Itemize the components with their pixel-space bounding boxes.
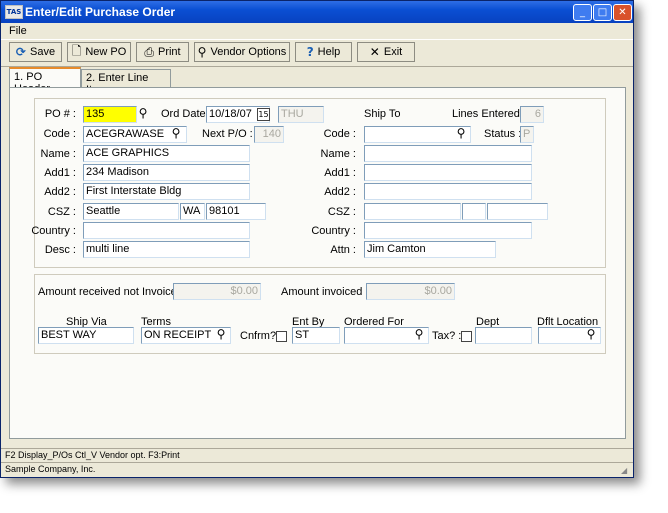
save-button[interactable]: ⟳ Save <box>9 42 62 62</box>
po-number-field[interactable]: 135 <box>83 106 137 123</box>
exit-button[interactable]: ✕ Exit <box>357 42 415 62</box>
country-label: Country : <box>31 225 76 237</box>
calendar-icon[interactable]: 15 <box>257 108 270 121</box>
company-status-bar: Sample Company, Inc. <box>1 462 633 476</box>
desc-field[interactable]: multi line <box>83 241 250 258</box>
binoculars-icon[interactable]: ⚲ <box>135 106 151 121</box>
ship-state-field[interactable] <box>462 203 486 220</box>
save-label: Save <box>29 46 56 58</box>
print-button[interactable]: ⎙ Print <box>136 42 189 62</box>
tab-row: 1. PO Header 2. Enter Line Items <box>1 67 633 96</box>
minimize-button[interactable]: _ <box>573 4 592 21</box>
confirm-checkbox[interactable] <box>276 331 287 342</box>
add2-label: Add2 : <box>44 186 76 198</box>
help-button[interactable]: ? Help <box>295 42 352 62</box>
ship-code-label: Code : <box>323 128 356 140</box>
tab-po-header[interactable]: 1. PO Header <box>9 67 81 95</box>
tab-content-panel: PO # : 135 ⚲ Ord Date : 10/18/07 15 THU … <box>9 87 626 439</box>
binoculars-icon[interactable]: ⚲ <box>583 327 599 342</box>
ship-csz-label: CSZ : <box>327 206 356 218</box>
ent-by-field[interactable]: ST <box>292 327 340 344</box>
status-label: Status : <box>484 128 522 140</box>
window-title: Enter/Edit Purchase Order <box>25 5 176 19</box>
ship-city-field[interactable] <box>364 203 461 220</box>
name-label: Name : <box>40 148 76 160</box>
attn-field[interactable]: Jim Camton <box>364 241 496 258</box>
tab-enter-line-items[interactable]: 2. Enter Line Items <box>81 69 171 96</box>
hotkey-status-bar: F2 Display_P/Os Ctl_V Vendor opt. F3:Pri… <box>1 448 633 462</box>
binoculars-icon[interactable]: ⚲ <box>213 327 229 342</box>
name-field[interactable]: ACE GRAPHICS <box>83 145 250 162</box>
amount-invoiced-field: $0.00 <box>366 283 455 300</box>
new-po-label: New PO <box>85 46 127 58</box>
refresh-save-icon: ⟳ <box>15 45 26 59</box>
maximize-button[interactable]: □ <box>593 4 612 21</box>
next-po-label: Next P/O : <box>202 128 253 140</box>
amount-invoiced-label: Amount invoiced : <box>281 286 369 298</box>
person-icon: ⚲ <box>197 45 207 59</box>
lines-entered-label: Lines Entered : <box>452 108 526 120</box>
menu-file[interactable]: File <box>9 25 27 37</box>
binoculars-icon[interactable]: ⚲ <box>411 327 427 342</box>
lines-entered-field: 6 <box>520 106 544 123</box>
state-field[interactable]: WA <box>180 203 205 220</box>
dept-field[interactable] <box>475 327 532 344</box>
tax-label: Tax? : <box>432 330 462 342</box>
app-icon: TAS <box>5 5 23 19</box>
ship-add2-label: Add2 : <box>324 186 356 198</box>
binoculars-icon[interactable]: ⚲ <box>453 126 469 141</box>
ship-name-label: Name : <box>320 148 356 160</box>
tax-checkbox[interactable] <box>461 331 472 342</box>
binoculars-icon[interactable]: ⚲ <box>168 126 184 141</box>
vendor-options-button[interactable]: ⚲ Vendor Options <box>194 42 290 62</box>
close-button[interactable]: ✕ <box>613 4 632 21</box>
exit-icon: ✕ <box>369 45 380 59</box>
ship-to-title: Ship To <box>364 108 401 120</box>
ship-name-field[interactable] <box>364 145 532 162</box>
add2-field[interactable]: First Interstate Bldg <box>83 183 250 200</box>
menu-bar: File <box>1 23 633 38</box>
ship-zip-field[interactable] <box>487 203 548 220</box>
help-icon: ? <box>306 45 314 59</box>
help-label: Help <box>317 46 341 58</box>
ship-add1-field[interactable] <box>364 164 532 181</box>
ship-add2-field[interactable] <box>364 183 532 200</box>
ship-add1-label: Add1 : <box>324 167 356 179</box>
desc-label: Desc : <box>44 244 76 256</box>
printer-icon: ⎙ <box>144 44 154 59</box>
print-label: Print <box>157 46 181 58</box>
ship-country-label: Country : <box>311 225 356 237</box>
attn-label: Attn : <box>330 244 356 256</box>
po-number-label: PO # : <box>44 108 76 120</box>
toolbar: ⟳ Save 🗋 New PO ⎙ Print ⚲ Vendor Options… <box>1 39 633 67</box>
next-po-field: 140 <box>254 126 284 143</box>
vendor-options-label: Vendor Options <box>210 46 287 58</box>
add1-label: Add1 : <box>44 167 76 179</box>
add1-field[interactable]: 234 Madison <box>83 164 250 181</box>
amount-received-label: Amount received not Invoiced : <box>38 286 190 298</box>
new-document-icon: 🗋 <box>71 43 82 58</box>
city-field[interactable]: Seattle <box>83 203 179 220</box>
new-po-button[interactable]: 🗋 New PO <box>67 42 131 62</box>
amount-received-field: $0.00 <box>173 283 261 300</box>
ord-date-label: Ord Date : <box>161 108 212 120</box>
status-field: P <box>520 126 534 143</box>
ship-country-field[interactable] <box>364 222 532 239</box>
ship-via-field[interactable]: BEST WAY <box>38 327 134 344</box>
csz-label: CSZ : <box>47 206 76 218</box>
country-field[interactable] <box>83 222 250 239</box>
zip-field[interactable]: 98101 <box>206 203 266 220</box>
exit-label: Exit <box>383 46 403 58</box>
ord-day-field: THU <box>278 106 324 123</box>
purchase-order-window: TAS Enter/Edit Purchase Order _ □ ✕ File… <box>0 0 634 478</box>
code-label: Code : <box>43 128 76 140</box>
resize-grip-icon[interactable]: ◢ <box>621 466 631 476</box>
title-bar[interactable]: TAS Enter/Edit Purchase Order _ □ ✕ <box>1 1 633 23</box>
